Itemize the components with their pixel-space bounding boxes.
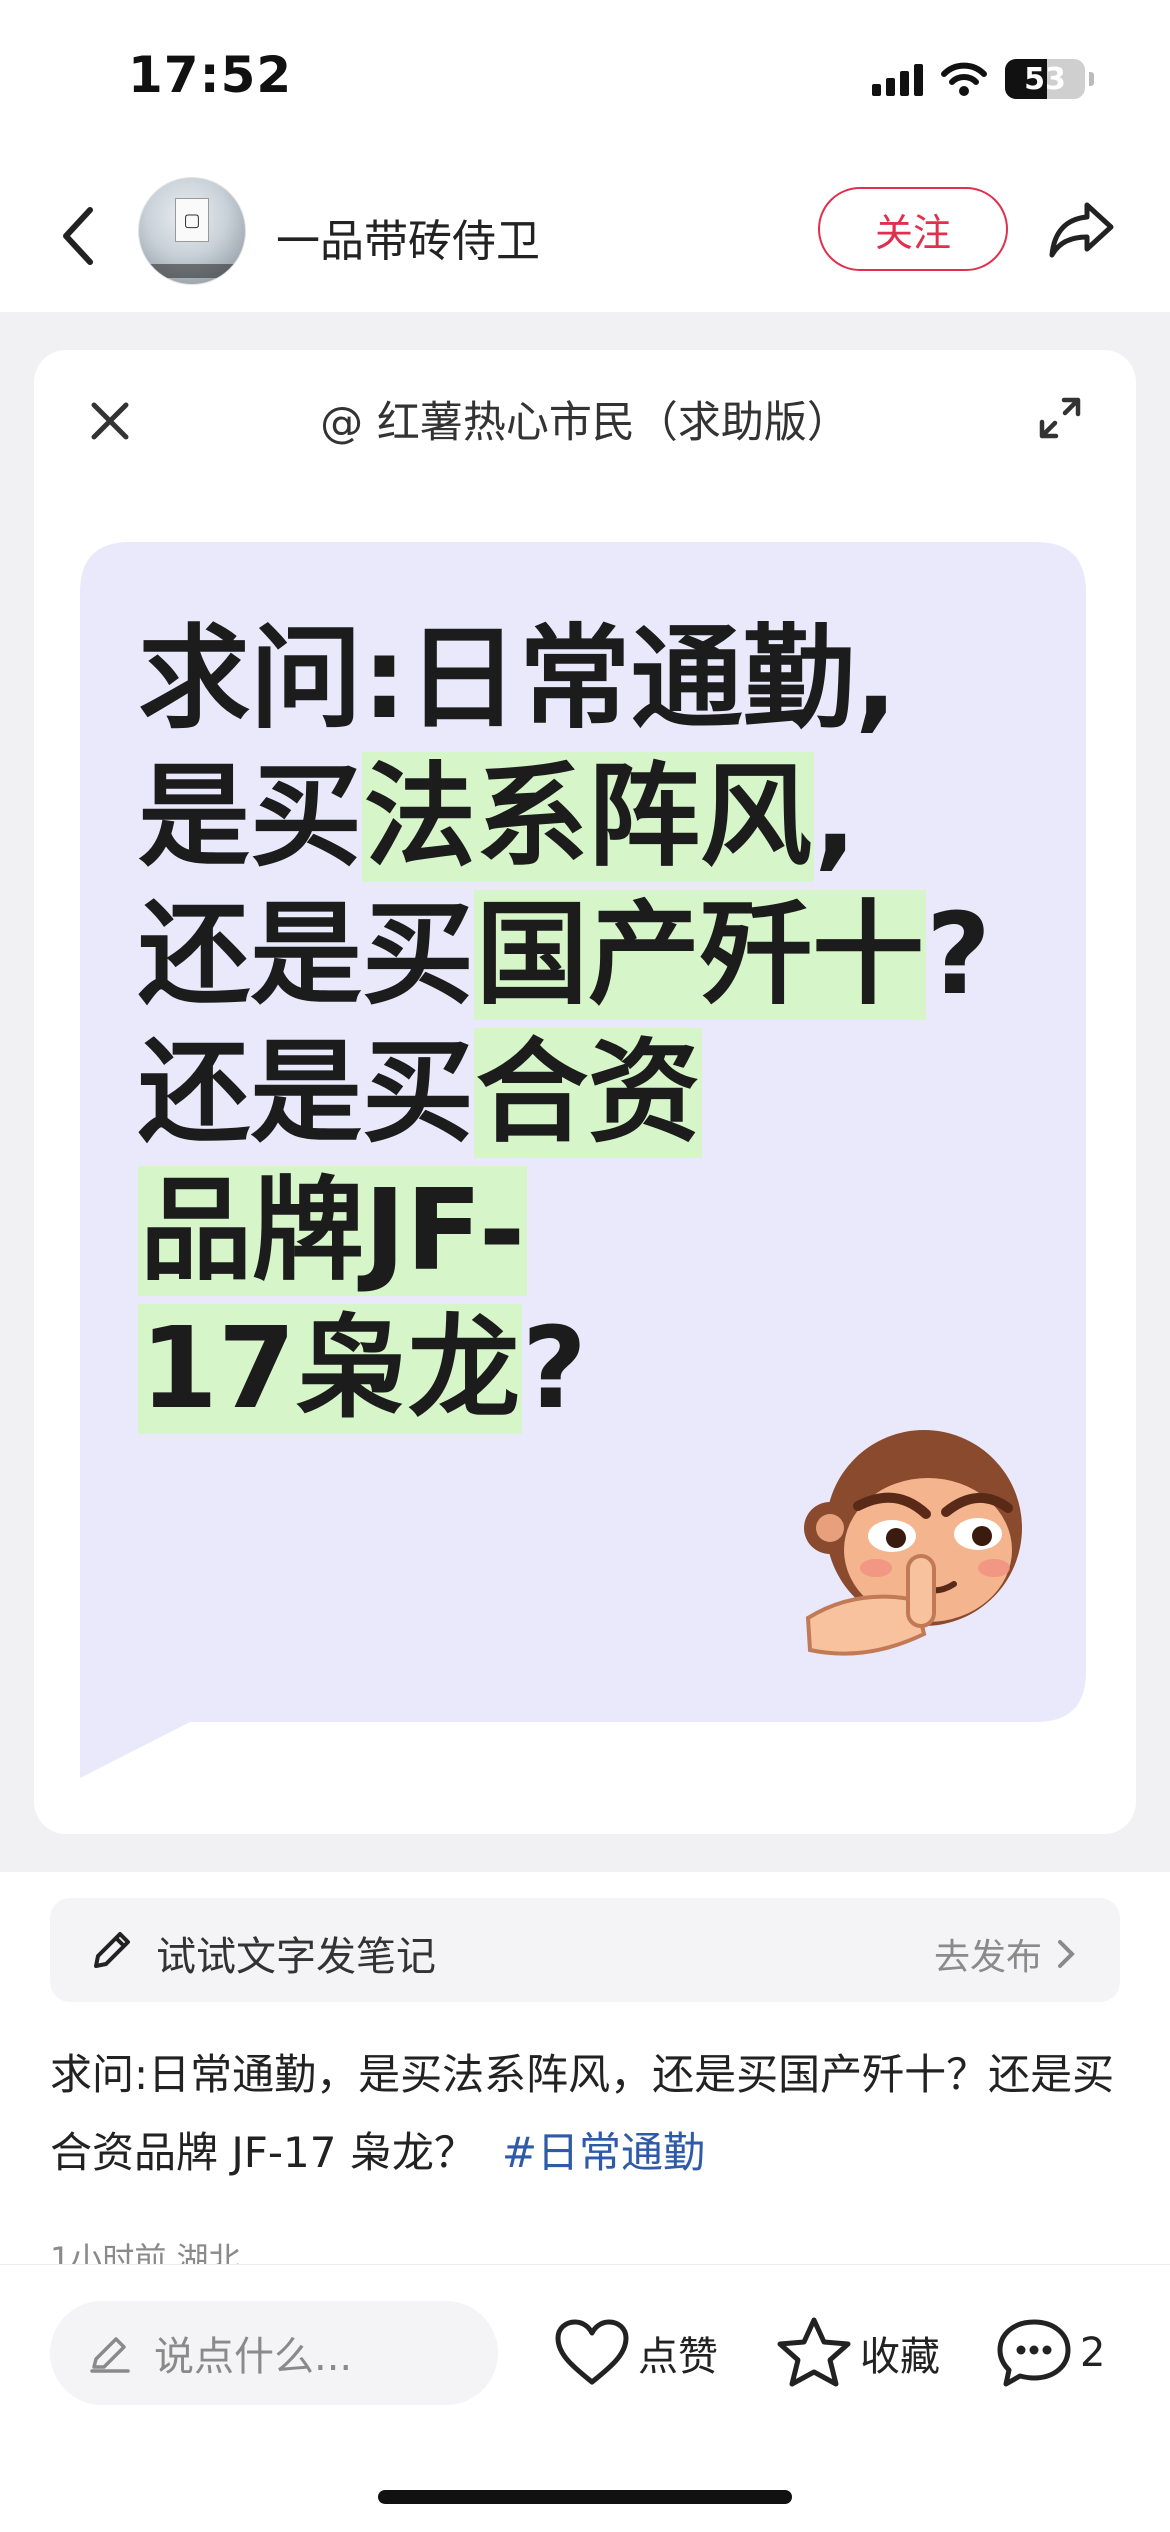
bubble-highlight-text: 品牌JF- [138, 1166, 528, 1296]
bubble-text-segment: 求问:日常通勤, [138, 614, 898, 744]
collect-label: 收藏 [860, 2334, 940, 2380]
bubble-line: 是买法系阵风, [138, 748, 1068, 886]
compose-publish-link[interactable]: 去发布 [934, 1928, 1076, 1980]
pencil-icon [94, 1932, 130, 1968]
expand-icon [1039, 397, 1081, 439]
share-arrow-icon [1049, 202, 1114, 258]
bubble-text-segment: 还是买 [138, 1028, 474, 1158]
bubble-line: 求问:日常通勤, [138, 610, 1068, 748]
bubble-text-segment: 是买 [138, 752, 362, 882]
battery-tip [1089, 72, 1094, 86]
wifi-icon [941, 62, 987, 96]
post-body: 求问:日常通勤，是买法系阵风，还是买国产歼十？还是买合资品牌 JF-17 枭龙？… [50, 2036, 1130, 2192]
bubble-line: 还是买合资 [138, 1024, 1068, 1162]
comment-bubble-icon [997, 2319, 1071, 2387]
bubble-line: 还是买国产歼十? [138, 886, 1068, 1024]
bubble-question-text: 求问:日常通勤, 是买法系阵风, 还是买国产歼十? 还是买合资 品牌JF- 17枭龙? [138, 610, 1068, 1438]
bubble-text-segment: ? [926, 890, 991, 1020]
bubble-highlight-text: 17枭龙 [138, 1304, 522, 1434]
bubble-text-segment: ? [521, 1304, 587, 1434]
bubble-line: 品牌JF- [138, 1162, 1068, 1300]
status-icons: 53 [872, 56, 1094, 102]
status-time: 17:52 [128, 46, 293, 104]
compose-label: 试试文字发笔记 [156, 1934, 436, 1980]
battery-icon: 53 [1005, 59, 1085, 99]
bubble-line: 17枭龙? [138, 1300, 1068, 1438]
card-close-button[interactable] [72, 383, 148, 459]
chevron-left-icon [63, 207, 93, 265]
bubble-text-segment: 还是买 [138, 890, 474, 1020]
thinking-monkey-sticker [804, 1430, 1022, 1656]
author-avatar[interactable]: ▢ [138, 177, 246, 285]
chevron-right-icon [1058, 1940, 1075, 1968]
follow-button[interactable]: 关注 [818, 187, 1008, 271]
close-icon [91, 402, 129, 440]
star-icon [777, 2317, 851, 2387]
note-header: ▢ 一品带砖侍卫 关注 [0, 160, 1170, 300]
avatar-picture-strip [149, 264, 235, 278]
hashtag-link[interactable]: #日常通勤 [502, 2128, 705, 2177]
cellular-signal-icon [872, 62, 923, 96]
share-button[interactable] [1044, 195, 1120, 265]
home-indicator[interactable] [378, 2490, 792, 2504]
bubble-text-segment: , [814, 752, 857, 882]
heart-icon [555, 2319, 629, 2385]
back-button[interactable] [48, 196, 108, 276]
like-button[interactable]: 点赞 [554, 2301, 718, 2405]
status-bar: 17:52 53 [0, 0, 1170, 150]
bubble-highlight-text: 合资 [474, 1028, 702, 1158]
comment-placeholder: 说点什么... [154, 2334, 353, 2380]
note-detail-page: 17:52 53 ▢ 一品带砖侍卫 关注 @ 红薯热心市民（求助版） 求问:日常… [0, 0, 1170, 2532]
pencil-icon [90, 2337, 130, 2373]
bubble-highlight-text: 法系阵风 [362, 752, 814, 882]
card-title: @ 红薯热心市民（求助版） [320, 398, 850, 448]
comment-button[interactable]: 2 [996, 2301, 1105, 2405]
collect-button[interactable]: 收藏 [776, 2301, 940, 2405]
battery-percent: 53 [1024, 61, 1066, 97]
card-expand-button[interactable] [1024, 382, 1096, 454]
comment-count: 2 [1080, 2330, 1106, 2376]
speech-bubble: 求问:日常通勤, 是买法系阵风, 还是买国产歼十? 还是买合资 品牌JF- 17枭龙? [80, 542, 1090, 1782]
like-label: 点赞 [638, 2334, 718, 2380]
avatar-picture-card: ▢ [175, 198, 209, 242]
bubble-highlight-text: 国产歼十 [474, 890, 926, 1020]
compose-action-label: 去发布 [933, 1937, 1042, 1978]
comment-input[interactable]: 说点什么... [50, 2301, 498, 2405]
text-note-compose-bar[interactable]: 试试文字发笔记 去发布 [50, 1898, 1120, 2002]
author-name[interactable]: 一品带砖侍卫 [276, 205, 540, 269]
